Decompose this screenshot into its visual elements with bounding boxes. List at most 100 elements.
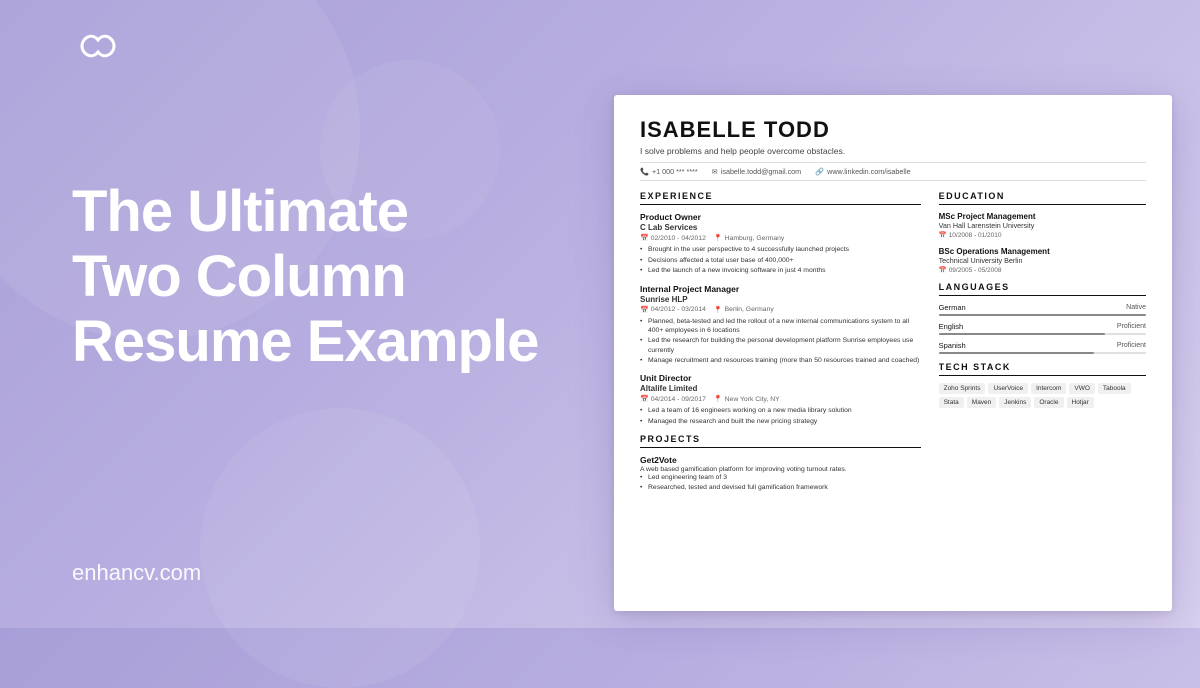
job-2-company: Sunrise HLP (640, 295, 921, 304)
job-3-meta: 📅 04/2014 - 09/2017 📍 New York City, NY (640, 395, 921, 403)
job-3-bullet-1: Led a team of 16 engineers working on a … (640, 406, 921, 415)
lang-spanish-bar-fill (939, 352, 1095, 354)
contact-email: ✉ isabelle.todd@gmail.com (712, 167, 801, 176)
job-3-location: 📍 New York City, NY (714, 395, 780, 403)
linkedin-icon: 🔗 (815, 167, 824, 176)
job-3: Unit Director Altalife Limited 📅 04/2014… (640, 373, 921, 426)
job-3-title: Unit Director (640, 373, 921, 383)
job-1-title: Product Owner (640, 212, 921, 222)
tech-tag-jenkins: Jenkins (999, 397, 1031, 408)
col-experience: EXPERIENCE Product Owner C Lab Services … (640, 191, 921, 601)
edu-1-degree: MSc Project Management (939, 212, 1146, 221)
lang-english-level: Proficient (1117, 323, 1146, 330)
project-1-bullets: Led engineering team of 3 Researched, te… (640, 474, 921, 493)
tech-tag-oracle: Oracle (1034, 397, 1063, 408)
contact-phone: 📞 +1 000 *** **** (640, 167, 698, 176)
languages-title: LANGUAGES (939, 282, 1146, 296)
job-2-bullet-2: Led the research for building the person… (640, 336, 921, 354)
lang-english-row: English Proficient (939, 322, 1146, 331)
project-1-bullet-1: Led engineering team of 3 (640, 474, 921, 483)
edu-2: BSc Operations Management Technical Univ… (939, 247, 1146, 274)
edu-2-degree: BSc Operations Management (939, 247, 1146, 256)
job-2-title: Internal Project Manager (640, 284, 921, 294)
bg-circle-medium (200, 408, 480, 688)
resume-card: ISABELLE TODD I solve problems and help … (614, 95, 1172, 611)
lang-english-name: English (939, 322, 964, 331)
job-2-date: 📅 04/2012 - 03/2014 (640, 306, 706, 314)
job-2-location: 📍 Berlin, Germany (714, 306, 774, 314)
resume-tagline: I solve problems and help people overcom… (640, 146, 1146, 156)
resume-columns: EXPERIENCE Product Owner C Lab Services … (640, 191, 1146, 601)
tech-stack-title: TECH STACK (939, 362, 1146, 376)
job-3-bullet-2: Managed the research and built the new p… (640, 417, 921, 426)
tech-tag-zoho: Zoho Sprints (939, 383, 986, 394)
left-content: The Ultimate Two Column Resume Example (72, 180, 552, 375)
edu-1-school: Van Hall Larenstein University (939, 221, 1146, 230)
resume-header: ISABELLE TODD I solve problems and help … (640, 117, 1146, 181)
job-3-bullets: Led a team of 16 engineers working on a … (640, 406, 921, 426)
edu-2-date-icon: 📅 (939, 266, 947, 274)
job-1-company: C Lab Services (640, 223, 921, 232)
project-1-bullet-2: Researched, tested and devised full gami… (640, 484, 921, 493)
project-1: Get2Vote A web based gamification platfo… (640, 455, 921, 493)
lang-spanish-bar-bg (939, 352, 1146, 354)
job-2-meta: 📅 04/2012 - 03/2014 📍 Berlin, Germany (640, 306, 921, 314)
contact-linkedin: 🔗 www.linkedin.com/isabelle (815, 167, 910, 176)
tech-tag-taboola: Taboola (1098, 383, 1131, 394)
education-title: EDUCATION (939, 191, 1146, 205)
tech-tag-hotjar: Hotjar (1067, 397, 1094, 408)
tech-tag-maven: Maven (967, 397, 997, 408)
experience-title: EXPERIENCE (640, 191, 921, 205)
lang-spanish-row: Spanish Proficient (939, 341, 1146, 350)
job-1-bullets: Brought in the user perspective to 4 suc… (640, 245, 921, 276)
email-icon: ✉ (712, 167, 718, 176)
lang-german: German Native (939, 303, 1146, 316)
job-3-date: 📅 04/2014 - 09/2017 (640, 395, 706, 403)
job-2-bullets: Planned, beta-tested and led the rollout… (640, 317, 921, 366)
lang-english-bar-fill (939, 333, 1105, 335)
job-3-company: Altalife Limited (640, 384, 921, 393)
job-1-bullet-2: Decisions affected a total user base of … (640, 256, 921, 265)
col-right: EDUCATION MSc Project Management Van Hal… (939, 191, 1146, 601)
lang-german-bar-fill (939, 314, 1146, 316)
job-1-bullet-3: Led the launch of a new invoicing softwa… (640, 266, 921, 275)
tech-tags: Zoho Sprints UserVoice Intercom VWO Tabo… (939, 383, 1146, 408)
lang-german-name: German (939, 303, 966, 312)
tech-tag-stata: Stata (939, 397, 964, 408)
edu-2-date: 📅 09/2005 - 05/2008 (939, 266, 1146, 274)
lang-german-level: Native (1126, 304, 1146, 311)
lang-spanish-name: Spanish (939, 341, 966, 350)
lang-english: English Proficient (939, 322, 1146, 335)
job-2-bullet-3: Manage recruitment and resources trainin… (640, 356, 921, 365)
tech-tag-intercom: Intercom (1031, 383, 1066, 394)
project-1-desc: A web based gamification platform for im… (640, 466, 921, 473)
job-1-meta: 📅 02/2010 - 04/2012 📍 Hamburg, Germany (640, 234, 921, 242)
project-1-title: Get2Vote (640, 455, 921, 465)
edu-2-school: Technical University Berlin (939, 256, 1146, 265)
logo (72, 28, 124, 69)
edu-1: MSc Project Management Van Hall Larenste… (939, 212, 1146, 239)
tech-tag-vwo: VWO (1069, 383, 1095, 394)
tech-tag-uservoice: UserVoice (988, 383, 1028, 394)
projects-title: PROJECTS (640, 434, 921, 448)
job-2: Internal Project Manager Sunrise HLP 📅 0… (640, 284, 921, 366)
website: enhancv.com (72, 560, 201, 586)
lang-english-bar-bg (939, 333, 1146, 335)
headline-line3: Resume Example (72, 310, 552, 375)
edu-1-date: 📅 10/2008 - 01/2010 (939, 231, 1146, 239)
headline: The Ultimate Two Column Resume Example (72, 180, 552, 375)
resume-name: ISABELLE TODD (640, 117, 1146, 143)
job-1-date: 📅 02/2010 - 04/2012 (640, 234, 706, 242)
headline-line2: Two Column (72, 245, 552, 310)
headline-line1: The Ultimate (72, 180, 552, 245)
lang-spanish-level: Proficient (1117, 342, 1146, 349)
edu-1-date-icon: 📅 (939, 231, 947, 239)
job-1-bullet-1: Brought in the user perspective to 4 suc… (640, 245, 921, 254)
job-2-bullet-1: Planned, beta-tested and led the rollout… (640, 317, 921, 335)
job-1-location: 📍 Hamburg, Germany (714, 234, 784, 242)
job-1: Product Owner C Lab Services 📅 02/2010 -… (640, 212, 921, 276)
lang-german-bar-bg (939, 314, 1146, 316)
lang-spanish: Spanish Proficient (939, 341, 1146, 354)
phone-icon: 📞 (640, 167, 649, 176)
resume-contact: 📞 +1 000 *** **** ✉ isabelle.todd@gmail.… (640, 162, 1146, 181)
